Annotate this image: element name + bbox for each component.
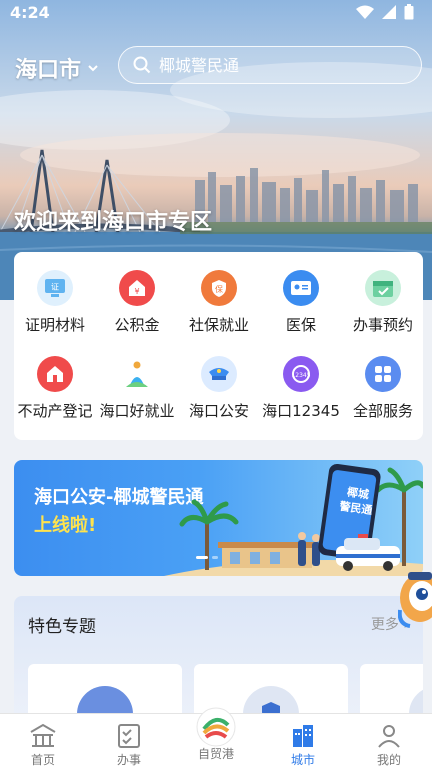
service-label: 海口好就业 bbox=[99, 402, 175, 420]
tasks-icon bbox=[118, 724, 140, 748]
housing-fund-icon: ¥ bbox=[119, 270, 155, 306]
tab-label: 城市 bbox=[290, 753, 315, 767]
more-label: 更多 bbox=[370, 617, 399, 633]
service-label: 办事预约 bbox=[352, 316, 413, 334]
tab-tasks[interactable]: 办事 bbox=[86, 714, 172, 769]
service-item-housing-fund[interactable]: ¥ 公积金 bbox=[96, 270, 178, 335]
status-bar: 4:24 bbox=[0, 0, 432, 26]
search-input[interactable] bbox=[159, 55, 399, 75]
pagination-dot-active bbox=[196, 556, 208, 559]
welcome-title: 欢迎来到海口市专区 bbox=[14, 210, 213, 235]
tab-home[interactable]: 首页 bbox=[0, 714, 86, 769]
service-label: 证明材料 bbox=[24, 316, 85, 334]
search-bar[interactable] bbox=[118, 46, 422, 84]
city-name: 海口市 bbox=[15, 58, 82, 83]
battery-icon bbox=[404, 4, 414, 20]
home-icon bbox=[30, 723, 56, 747]
service-item-real-estate[interactable]: 不动产登记 bbox=[14, 356, 96, 421]
hotline-icon: 12345 bbox=[283, 356, 319, 392]
tab-label: 首页 bbox=[30, 753, 55, 767]
service-item-appointment[interactable]: 办事预约 bbox=[342, 270, 424, 335]
svg-text:12345: 12345 bbox=[291, 372, 310, 379]
service-label: 全部服务 bbox=[352, 402, 413, 420]
social-security-icon: 保 bbox=[201, 270, 237, 306]
service-item-employment[interactable]: 海口好就业 bbox=[96, 356, 178, 421]
service-item-medical-insurance[interactable]: 医保 bbox=[260, 270, 342, 335]
promo-banner[interactable]: 海口公安-椰城警民通 上线啦! 椰城 警民通 bbox=[14, 460, 423, 576]
search-icon bbox=[133, 56, 151, 74]
cellular-signal-icon bbox=[382, 5, 396, 19]
city-selector[interactable]: 海口市 bbox=[15, 52, 99, 84]
tab-city[interactable]: 城市 bbox=[260, 714, 346, 769]
tab-label: 自贸港 bbox=[197, 747, 234, 761]
banner-pagination bbox=[196, 556, 218, 559]
service-label: 医保 bbox=[285, 316, 316, 334]
tab-free-trade-port[interactable]: 自贸港 bbox=[173, 707, 259, 769]
service-label: 社保就业 bbox=[188, 316, 249, 334]
service-item-social-security[interactable]: 保 社保就业 bbox=[178, 270, 260, 335]
appointment-icon bbox=[365, 270, 401, 306]
service-item-police[interactable]: 海口公安 bbox=[178, 356, 260, 421]
mascot-icon[interactable] bbox=[398, 566, 432, 636]
banner-illustration bbox=[164, 463, 423, 576]
profile-icon bbox=[378, 725, 400, 748]
phone-screen-text: 椰城 警民通 bbox=[335, 483, 379, 518]
svg-text:证: 证 bbox=[51, 283, 59, 292]
tab-profile[interactable]: 我的 bbox=[346, 714, 432, 769]
tab-label: 办事 bbox=[116, 753, 141, 767]
featured-title: 特色专题 bbox=[28, 617, 96, 637]
free-trade-port-icon bbox=[196, 707, 236, 747]
certificate-icon: 证 bbox=[37, 270, 73, 306]
bottom-tab-bar: 首页 办事 自贸港 城市 我的 bbox=[0, 707, 432, 769]
status-time: 4:24 bbox=[10, 3, 50, 22]
service-item-hotline[interactable]: 12345 海口12345 bbox=[260, 356, 342, 421]
svg-text:¥: ¥ bbox=[134, 287, 139, 296]
chevron-down-icon bbox=[88, 65, 98, 72]
service-item-certificate[interactable]: 证 证明材料 bbox=[14, 270, 96, 335]
tab-label: 我的 bbox=[376, 753, 401, 767]
pagination-dot bbox=[212, 556, 218, 559]
services-grid: 证 证明材料 ¥ 公积金 保 社保就业 医保 办事预约 不动产登记 海口好就业 … bbox=[14, 252, 423, 440]
service-label: 海口公安 bbox=[188, 402, 249, 420]
real-estate-icon bbox=[37, 356, 73, 392]
medical-insurance-icon bbox=[283, 270, 319, 306]
all-services-icon bbox=[365, 356, 401, 392]
service-label: 海口12345 bbox=[262, 402, 340, 420]
police-icon bbox=[201, 356, 237, 392]
employment-icon bbox=[119, 356, 155, 392]
service-item-all-services[interactable]: 全部服务 bbox=[342, 356, 424, 421]
service-label: 不动产登记 bbox=[17, 402, 93, 420]
svg-text:保: 保 bbox=[215, 284, 223, 294]
wifi-icon bbox=[356, 5, 374, 19]
service-label: 公积金 bbox=[114, 316, 160, 334]
city-icon bbox=[293, 725, 313, 747]
